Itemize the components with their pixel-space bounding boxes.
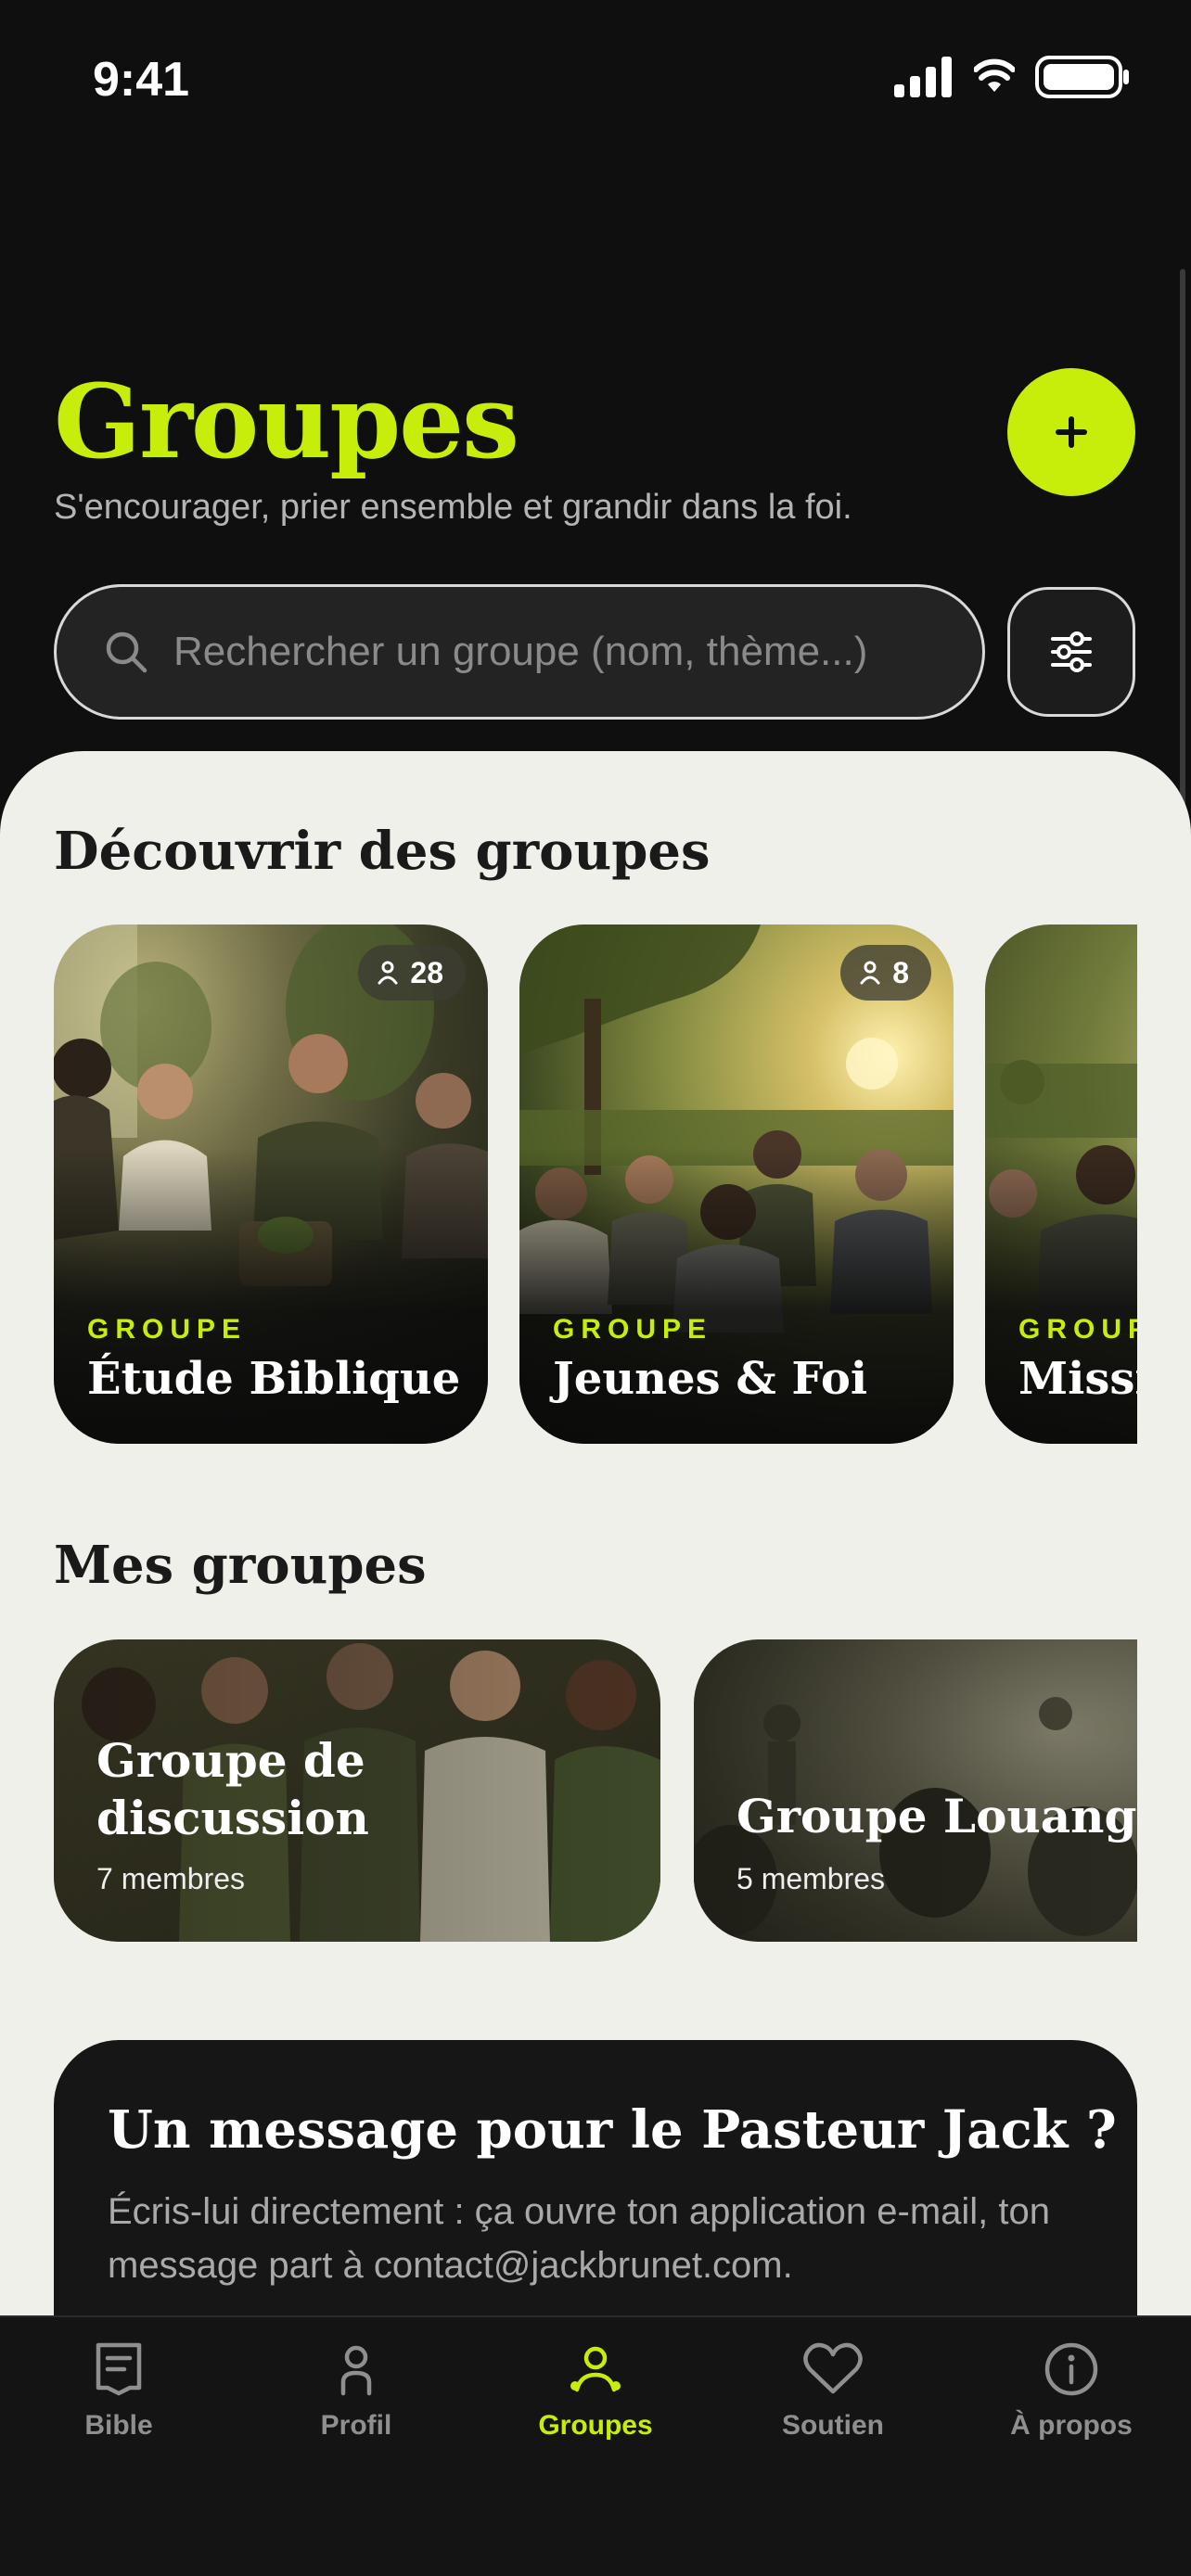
my-group-card[interactable]: Groupe Louange 5 membres [694,1639,1137,1942]
person-icon [378,961,398,985]
content-sheet: Découvrir des groupes 28 GROUPE Étude Bi… [0,751,1191,2576]
search-icon [106,631,147,673]
member-count-badge: 28 [358,945,466,1001]
person-icon [340,2345,372,2396]
card-title: Jeunes & Foi [553,1353,868,1405]
tab-label: Profil [320,2410,392,2441]
page-subtitle: S'encourager, prier ensemble et grandir … [54,488,852,527]
my-group-title-line1: Groupe de [96,1733,365,1788]
page-title: Groupes [54,362,519,481]
group-icon [570,2346,621,2392]
my-group-title: Groupe Louange [736,1789,1137,1843]
card-kicker: GROUPE [553,1314,713,1345]
tab-bible[interactable]: Bible [26,2341,211,2442]
cellular-signal-icon [894,57,952,97]
sliders-icon [1051,631,1092,672]
add-group-button[interactable] [1007,368,1135,496]
card-title: Mission [1018,1353,1137,1405]
member-count: 28 [410,955,443,989]
message-title: Un message pour le Pasteur Jack ? [108,2099,1117,2161]
heart-icon [803,2342,863,2394]
person-icon [860,961,880,985]
search-input[interactable] [173,629,934,675]
tab-bar: Bible Profil Groupes Soutien À propos [0,2315,1191,2576]
tab-a-propos[interactable]: À propos [979,2341,1164,2442]
tab-label: Bible [84,2410,153,2441]
battery-icon [1035,56,1129,98]
status-icons [894,56,1130,98]
tab-label: Groupes [538,2410,653,2441]
info-icon [1044,2342,1098,2396]
tab-soutien[interactable]: Soutien [740,2341,926,2442]
page-header: Groupes S'encourager, prier ensemble et … [54,362,1139,528]
my-group-member-count: 5 membres [736,1862,886,1895]
status-time: 9:41 [93,53,190,107]
card-kicker: GROUPE [1018,1314,1137,1345]
card-kicker: GROUPE [87,1314,248,1345]
tab-profil[interactable]: Profil [263,2341,449,2442]
member-count: 8 [892,955,909,989]
search-bar[interactable] [54,584,985,720]
group-card[interactable]: GROUPE Mission [985,925,1137,1444]
wifi-icon [974,58,1015,92]
my-groups-section-title: Mes groupes [54,1535,427,1596]
tab-label: Soutien [782,2410,884,2441]
group-card[interactable]: 28 GROUPE Étude Biblique [54,925,488,1444]
my-group-member-count: 7 membres [96,1862,246,1895]
tab-groupes[interactable]: Groupes [503,2341,688,2442]
tab-label: À propos [1010,2410,1133,2441]
my-group-card[interactable]: Groupe de discussion 7 membres [54,1639,660,1942]
plus-icon [1056,416,1087,448]
discover-section-title: Découvrir des groupes [54,821,711,882]
message-body: Écris-lui directement : ça ouvre ton app… [108,2191,1051,2286]
group-card[interactable]: 8 GROUPE Jeunes & Foi [519,925,954,1444]
discover-carousel[interactable]: 28 GROUPE Étude Biblique 8 GROUPE Jeunes… [54,925,1137,1444]
card-title: Étude Biblique [87,1353,461,1405]
my-groups-carousel[interactable]: Groupe de discussion 7 membres Groupe Lo… [54,1639,1137,1942]
filter-button[interactable] [1007,587,1135,717]
book-icon [96,2342,142,2396]
status-bar: 9:41 [0,0,1191,158]
member-count-badge: 8 [840,945,931,1001]
my-group-title-line2: discussion [96,1791,369,1845]
